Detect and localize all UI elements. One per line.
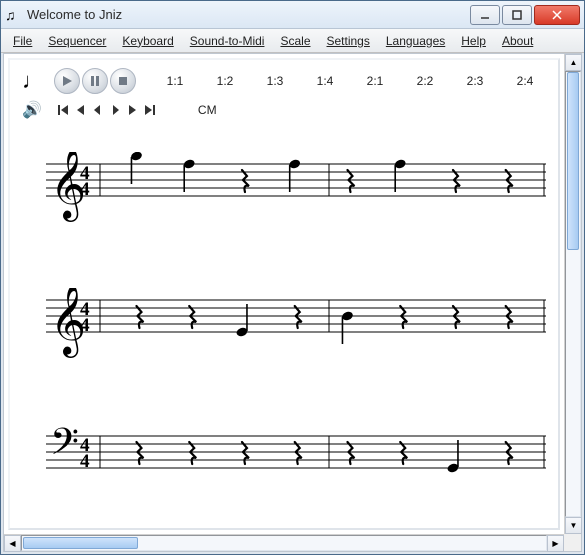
scroll-down-icon[interactable]: ▼ [565, 517, 582, 534]
scroll-track[interactable] [565, 71, 581, 517]
menu-file[interactable]: File [7, 32, 38, 50]
menu-settings[interactable]: Settings [321, 32, 376, 50]
menu-sound-to-midi[interactable]: Sound-to-Midi [184, 32, 271, 50]
beat-label: 2:1 [362, 74, 388, 88]
menubar: File Sequencer Keyboard Sound-to-Midi Sc… [1, 29, 584, 53]
client-area: ♩ 1:1 1:2 1:3 1:4 2:1 2:2 2:3 2:4 🔊 [3, 53, 582, 552]
svg-text:4: 4 [80, 179, 90, 200]
staff-row: 𝄞4 4 [46, 152, 548, 232]
scroll-left-icon[interactable]: ◀ [4, 535, 21, 552]
titlebar[interactable]: ♫ Welcome to Jniz [1, 1, 584, 29]
scroll-right-icon[interactable]: ▶ [547, 535, 564, 552]
menu-about[interactable]: About [496, 32, 539, 50]
menu-sequencer[interactable]: Sequencer [42, 32, 112, 50]
menu-help[interactable]: Help [455, 32, 492, 50]
menu-keyboard[interactable]: Keyboard [116, 32, 179, 50]
window-title: Welcome to Jniz [27, 7, 470, 22]
stop-button[interactable] [110, 68, 136, 94]
scroll-up-icon[interactable]: ▲ [565, 54, 582, 71]
nav-next-button[interactable] [124, 103, 140, 117]
score-area[interactable]: 𝄞4 4𝄞4 4𝄢4 4 [10, 128, 558, 530]
speaker-icon[interactable]: 🔊 [22, 100, 42, 120]
svg-text:𝄢: 𝄢 [50, 424, 79, 472]
editor-panel: ♩ 1:1 1:2 1:3 1:4 2:1 2:2 2:3 2:4 🔊 [8, 58, 560, 530]
nav-prev-button[interactable] [73, 103, 89, 117]
beat-label: 1:3 [262, 74, 288, 88]
scroll-thumb[interactable] [567, 72, 579, 250]
menu-scale[interactable]: Scale [274, 32, 316, 50]
scroll-thumb[interactable] [23, 537, 138, 549]
beat-label: 1:2 [212, 74, 238, 88]
key-label: CM [198, 103, 217, 117]
staff[interactable]: 𝄞4 4 [46, 152, 546, 232]
close-button[interactable] [534, 5, 580, 25]
transport-toolbar: ♩ 1:1 1:2 1:3 1:4 2:1 2:2 2:3 2:4 [10, 60, 558, 98]
play-button[interactable] [54, 68, 80, 94]
beat-label: 2:3 [462, 74, 488, 88]
navigation-toolbar: 🔊 CM [10, 98, 558, 128]
nav-last-button[interactable] [141, 103, 157, 117]
nav-step-fwd-button[interactable] [107, 103, 123, 117]
app-icon: ♫ [5, 7, 21, 23]
window-controls [470, 5, 580, 25]
scroll-track[interactable] [21, 535, 547, 551]
note-duration-icon[interactable]: ♩ [22, 68, 44, 94]
menu-languages[interactable]: Languages [380, 32, 451, 50]
maximize-button[interactable] [502, 5, 532, 25]
nav-first-button[interactable] [56, 103, 72, 117]
beat-label: 1:4 [312, 74, 338, 88]
nav-step-back-button[interactable] [90, 103, 106, 117]
beat-ruler: 1:1 1:2 1:3 1:4 2:1 2:2 2:3 2:4 [162, 74, 538, 88]
staff-row: 𝄢4 4 [46, 424, 548, 504]
minimize-button[interactable] [470, 5, 500, 25]
staff[interactable]: 𝄞4 4 [46, 288, 546, 368]
vertical-scrollbar[interactable]: ▲ ▼ [564, 54, 581, 534]
beat-label: 1:1 [162, 74, 188, 88]
staff[interactable]: 𝄢4 4 [46, 424, 546, 504]
app-window: ♫ Welcome to Jniz File Sequencer Keyboar… [0, 0, 585, 555]
scroll-corner [564, 534, 581, 551]
horizontal-scrollbar[interactable]: ◀ ▶ [4, 534, 564, 551]
staff-row: 𝄞4 4 [46, 288, 548, 368]
pause-button[interactable] [82, 68, 108, 94]
beat-label: 2:2 [412, 74, 438, 88]
svg-text:4: 4 [80, 451, 90, 472]
svg-text:4: 4 [80, 315, 90, 336]
beat-label: 2:4 [512, 74, 538, 88]
